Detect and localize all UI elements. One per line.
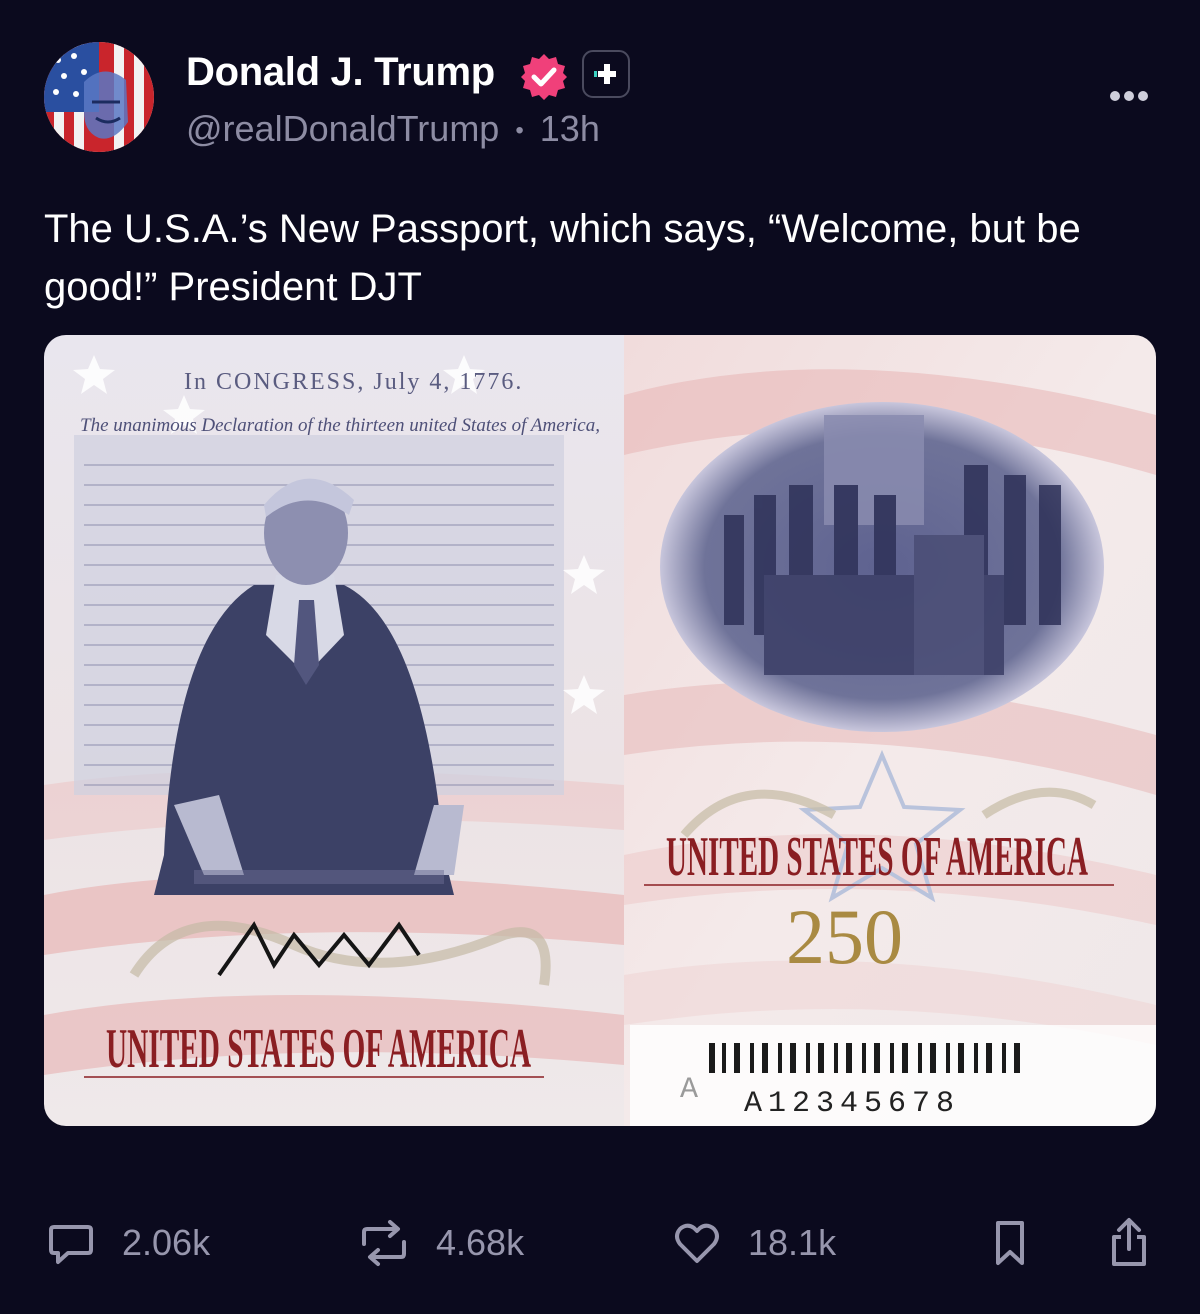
author-handle[interactable]: @realDonaldTrump — [186, 108, 499, 149]
author-name[interactable]: Donald J. Trump — [186, 50, 495, 95]
author-handle-row: @realDonaldTrump • 13h — [186, 108, 600, 150]
meta-separator: • — [515, 117, 524, 145]
more-options-icon[interactable] — [1104, 80, 1154, 112]
verified-badge-icon — [521, 54, 567, 100]
repost-count: 4.68k — [436, 1222, 525, 1263]
avatar-image — [44, 42, 154, 152]
share-icon — [1112, 1218, 1146, 1266]
bookmark-icon — [996, 1221, 1024, 1265]
like-count: 18.1k — [748, 1222, 837, 1263]
post-timestamp[interactable]: 13h — [540, 108, 600, 149]
author-avatar[interactable] — [44, 42, 154, 152]
plus-badge-icon — [582, 50, 630, 98]
repost-icon — [362, 1220, 406, 1266]
banner-right: UNITED STATES OF AMERICA — [666, 826, 1088, 888]
heart-icon — [675, 1223, 719, 1263]
reply-count: 2.06k — [122, 1222, 211, 1263]
declaration-title: The unanimous Declaration of the thirtee… — [80, 415, 600, 436]
reply-button[interactable]: 2.06k — [46, 1216, 210, 1270]
like-button[interactable]: 18.1k — [672, 1216, 836, 1270]
serial-number: A12345678 — [744, 1087, 960, 1121]
share-button[interactable] — [1106, 1216, 1152, 1270]
banner-left: UNITED STATES OF AMERICA — [106, 1018, 531, 1080]
serial-prefix: A — [680, 1073, 698, 1107]
post-text: The U.S.A.’s New Passport, which says, “… — [44, 207, 1081, 309]
post-image[interactable]: In CONGRESS, July 4, 1776. The unanimous… — [44, 335, 1156, 1126]
repost-button[interactable]: 4.68k — [358, 1216, 524, 1270]
comment-icon — [49, 1225, 93, 1264]
declaration-header: In CONGRESS, July 4, 1776. — [184, 369, 523, 395]
anniversary-number: 250 — [786, 893, 903, 980]
bookmark-button[interactable] — [990, 1216, 1030, 1270]
